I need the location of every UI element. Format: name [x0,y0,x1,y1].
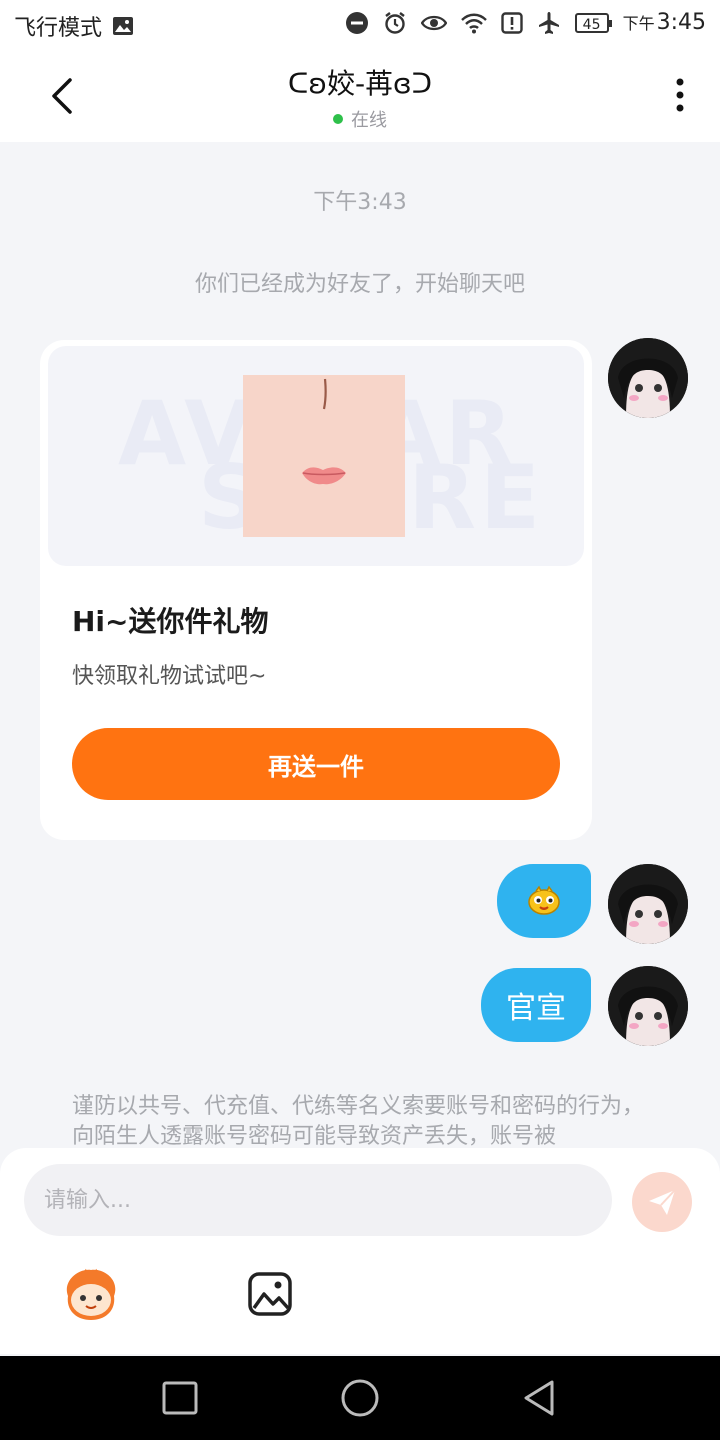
back-button[interactable] [44,74,84,118]
chat-bubble-emoji[interactable] [497,864,591,938]
recent-apps-button[interactable] [160,1378,200,1418]
airplane-icon [537,11,561,35]
online-status: 在线 [160,106,560,132]
system-navigation-bar [0,1356,720,1440]
online-status-label: 在线 [351,110,387,131]
message-input[interactable] [24,1164,612,1236]
anime-girl-avatar-icon [608,966,688,1046]
more-vertical-icon [676,78,684,112]
chat-header: ᑕʚ姣-苒ɞᑐ 在线 [0,50,720,142]
anime-girl-avatar-icon [608,338,688,418]
send-another-gift-button[interactable]: 再送一件 [72,728,560,800]
friend-added-notice: 你们已经成为好友了，开始聊天吧 [194,272,525,297]
chat-bubble-text[interactable]: 官宣 [481,968,591,1042]
alert-icon [500,11,523,34]
gift-preview-image: AVATAR STORE [48,346,584,566]
circle-icon [341,1379,379,1417]
online-dot-icon [333,114,343,124]
security-notice: 谨防以共号、代充值、代练等名义索要账号和密码的行为，向陌生人透露账号密码可能导致… [72,1094,645,1149]
square-icon [162,1381,198,1415]
message-timestamp: 下午3:43 [313,190,407,215]
clock-period: 下午 [622,14,655,33]
anime-girl-avatar-icon [608,864,688,944]
status-bar: 飞行模式 45 下午 3:45 [0,0,720,50]
avatar[interactable] [608,966,688,1046]
mascot-face-icon [66,1268,116,1320]
gift-card-message[interactable]: AVATAR STORE Hi~送你件礼物 快领取礼物试试吧~ 再送一件 [40,340,592,840]
avatar[interactable] [608,864,688,944]
clock-time: 3:45 [656,10,706,35]
gift-avatar-face [243,375,405,537]
gift-card-title: Hi~送你件礼物 [72,605,269,638]
do-not-disturb-icon [345,11,369,35]
send-icon [649,1189,676,1215]
contact-name: ᑕʚ姣-苒ɞᑐ [287,67,433,100]
status-bar-right: 45 下午 3:45 [345,10,706,35]
emoji-sticker-button[interactable] [60,1266,122,1322]
chevron-left-icon [52,78,72,114]
back-nav-button[interactable] [520,1378,560,1418]
avatar[interactable] [608,338,688,418]
eye-icon [420,13,447,33]
yellow-chick-emoji-icon [528,885,560,915]
battery-icon: 45 [574,12,612,33]
gift-card-subtitle: 快领取礼物试试吧~ [72,664,267,689]
home-button[interactable] [340,1378,380,1418]
clock: 下午 3:45 [623,10,706,35]
face-illustration-icon [302,378,346,485]
image-icon [112,16,134,36]
chat-title-area: ᑕʚ姣-苒ɞᑐ 在线 [160,62,560,132]
wifi-icon [460,12,487,34]
input-panel [0,1148,720,1354]
triangle-back-icon [524,1380,554,1416]
image-icon [248,1272,292,1316]
more-options-button[interactable] [670,76,690,116]
airplane-mode-label: 飞行模式 [14,16,103,41]
image-picker-button[interactable] [246,1270,294,1318]
status-bar-left: 飞行模式 [14,10,134,42]
alarm-icon [383,11,407,35]
send-button[interactable] [632,1172,692,1232]
